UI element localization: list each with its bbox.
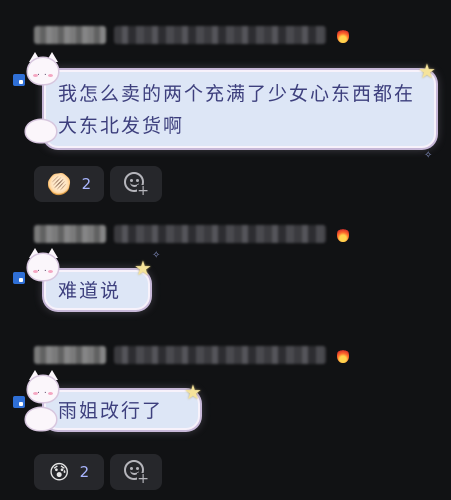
flatbread-emoji-icon: 🫓 xyxy=(46,172,72,196)
username-blurred[interactable] xyxy=(34,225,106,243)
add-emoji-icon: + xyxy=(123,459,149,486)
add-reaction-button[interactable]: + xyxy=(110,454,162,490)
message-3-header xyxy=(34,344,350,366)
user-tags-blurred xyxy=(114,26,326,44)
reaction-bar: 🫓 2 + xyxy=(34,166,162,202)
reaction-bar: 😰 2 + xyxy=(34,454,162,490)
cat-sticker-icon: .. xyxy=(24,52,64,92)
message-2-header xyxy=(34,223,350,245)
message-text: 我怎么卖的两个充满了少女心东西都在大东北发货啊 xyxy=(58,83,416,137)
sparkle-icon: ✧ xyxy=(424,150,433,161)
fire-icon xyxy=(336,225,350,243)
fire-icon xyxy=(336,346,350,364)
message-bubble[interactable]: 雨姐改行了 xyxy=(44,390,200,430)
add-emoji-icon: + xyxy=(123,171,149,198)
cat-sticker-icon xyxy=(22,116,62,156)
message-text: 难道说 xyxy=(58,280,122,302)
message-bubble[interactable]: 我怎么卖的两个充满了少女心东西都在大东北发货啊 xyxy=(44,70,436,148)
message-text: 雨姐改行了 xyxy=(58,400,164,422)
star-icon: ★ xyxy=(134,256,152,280)
add-reaction-button[interactable]: + xyxy=(110,166,162,202)
reaction-count: 2 xyxy=(81,175,92,193)
cat-sticker-icon xyxy=(22,404,62,444)
user-tags-blurred xyxy=(114,225,326,243)
reaction-pill[interactable]: 😰 2 xyxy=(34,454,104,490)
star-icon: ★ xyxy=(418,59,436,83)
anxious-face-emoji-icon: 😰 xyxy=(48,460,70,484)
user-tags-blurred xyxy=(114,346,326,364)
cat-sticker-icon: .. xyxy=(24,248,64,288)
username-blurred[interactable] xyxy=(34,346,106,364)
sparkle-icon: ✧ xyxy=(152,250,161,261)
fire-icon xyxy=(336,26,350,44)
star-icon: ★ xyxy=(184,380,202,404)
username-blurred[interactable] xyxy=(34,26,106,44)
reaction-pill[interactable]: 🫓 2 xyxy=(34,166,104,202)
message-1-header xyxy=(34,24,350,46)
reaction-count: 2 xyxy=(79,463,90,481)
